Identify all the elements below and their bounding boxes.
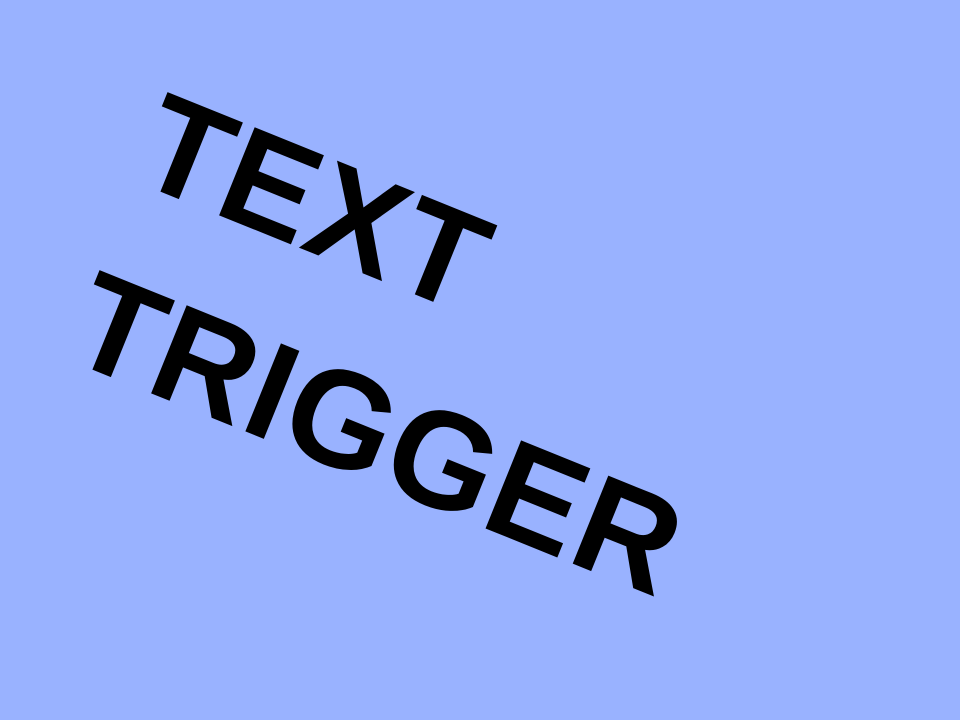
text-canvas: TEXT TRIGGER: [0, 0, 960, 720]
